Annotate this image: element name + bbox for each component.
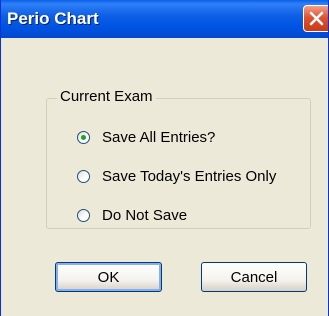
option-label: Save All Entries?	[102, 128, 216, 146]
radio-button[interactable]	[77, 130, 90, 144]
close-button[interactable]	[303, 5, 328, 32]
option-save-today[interactable]: Save Today's Entries Only	[77, 167, 276, 185]
close-icon	[309, 11, 324, 26]
radio-button[interactable]	[77, 208, 90, 222]
cancel-button[interactable]: Cancel	[201, 262, 307, 292]
title-bar[interactable]: Perio Chart	[1, 0, 328, 38]
ok-button[interactable]: OK	[55, 262, 162, 292]
dialog-window: Perio Chart Current Exam Save All Entrie…	[0, 0, 329, 316]
window-title: Perio Chart	[7, 9, 99, 28]
option-save-all[interactable]: Save All Entries?	[77, 128, 215, 146]
option-do-not-save[interactable]: Do Not Save	[77, 206, 187, 224]
option-label: Do Not Save	[102, 206, 188, 224]
radio-button[interactable]	[77, 169, 90, 183]
group-label: Current Exam	[57, 88, 156, 105]
option-label: Save Today's Entries Only	[102, 167, 277, 185]
